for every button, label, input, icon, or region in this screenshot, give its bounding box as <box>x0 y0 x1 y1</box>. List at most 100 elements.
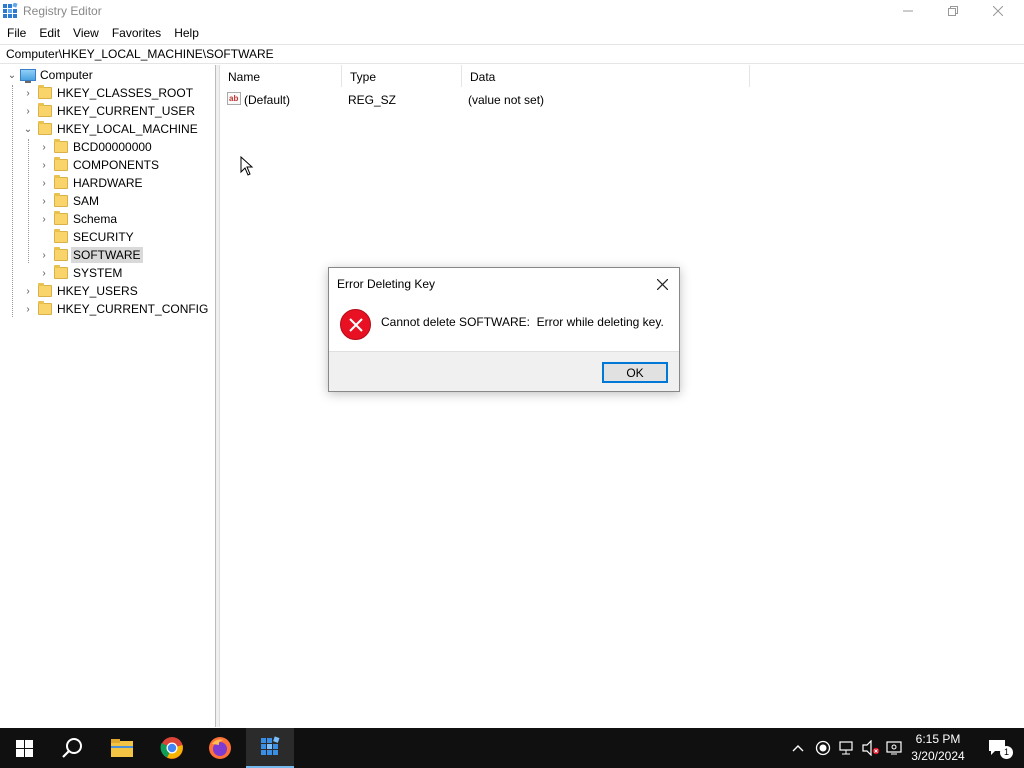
tree-item-hkey-local-machine[interactable]: ⌄ HKEY_LOCAL_MACHINE <box>22 120 198 138</box>
registry-editor-icon <box>261 736 280 755</box>
tree-item-components[interactable]: › COMPONENTS <box>38 156 159 174</box>
tree-item-hkey-current-user[interactable]: › HKEY_CURRENT_USER <box>22 102 195 120</box>
mouse-cursor-icon <box>240 156 254 176</box>
chevron-right-icon[interactable]: › <box>22 282 34 300</box>
folder-icon <box>38 283 52 297</box>
tree-item-sam[interactable]: › SAM <box>38 192 99 210</box>
tree-item-schema[interactable]: › Schema <box>38 210 117 228</box>
action-center-button[interactable]: 1 <box>978 728 1018 768</box>
menu-bar: File Edit View Favorites Help <box>0 23 205 43</box>
tree-item-label: COMPONENTS <box>73 158 160 172</box>
chevron-right-icon[interactable]: › <box>38 192 50 210</box>
error-dialog: Error Deleting Key Cannot delete SOFTWAR… <box>328 267 680 392</box>
close-button[interactable] <box>975 0 1021 22</box>
tray-volume-button[interactable] <box>860 728 882 768</box>
taskbar-registry-editor[interactable] <box>246 728 294 768</box>
chrome-icon <box>160 737 183 759</box>
menu-help[interactable]: Help <box>167 23 205 43</box>
taskbar-file-explorer[interactable] <box>98 728 146 768</box>
taskbar-clock[interactable]: 6:15 PM 3/20/2024 <box>900 731 976 765</box>
key-tree: ⌄ Computer › HKEY_CLASSES_ROOT › HKEY_CU… <box>0 65 216 727</box>
tree-item-label: HKEY_CURRENT_CONFIG <box>57 302 209 316</box>
tree-item-label: HKEY_USERS <box>57 284 138 298</box>
tree-item-security[interactable]: SECURITY <box>38 228 134 246</box>
computer-icon <box>20 69 36 83</box>
folder-icon <box>38 121 52 135</box>
taskbar-chrome[interactable] <box>148 728 196 768</box>
chevron-down-icon[interactable]: ⌄ <box>22 120 34 138</box>
chevron-right-icon[interactable]: › <box>38 156 50 174</box>
tree-item-bcd00000000[interactable]: › BCD00000000 <box>38 138 152 156</box>
menu-favorites[interactable]: Favorites <box>105 23 167 43</box>
restore-button[interactable] <box>930 0 976 22</box>
dialog-footer: OK <box>329 351 679 391</box>
record-icon <box>815 740 831 756</box>
chevron-right-icon[interactable]: › <box>38 246 50 264</box>
menu-edit[interactable]: Edit <box>32 23 66 43</box>
start-button[interactable] <box>0 728 48 768</box>
clock-time: 6:15 PM <box>915 732 961 746</box>
chevron-right-icon[interactable]: › <box>38 210 50 228</box>
tree-item-hkey-current-config[interactable]: › HKEY_CURRENT_CONFIG <box>22 300 208 318</box>
folder-icon <box>54 193 68 207</box>
tree-item-hardware[interactable]: › HARDWARE <box>38 174 143 192</box>
column-header-type[interactable]: Type <box>342 65 462 87</box>
tray-record-button[interactable] <box>812 728 834 768</box>
values-list: Name Type Data ab (Default) REG_SZ (valu… <box>220 65 1024 727</box>
folder-icon <box>54 175 68 189</box>
tree-item-label: HARDWARE <box>73 176 143 190</box>
chevron-down-icon[interactable]: ⌄ <box>6 66 18 84</box>
taskbar-search-button[interactable] <box>48 728 96 768</box>
tree-item-label: SECURITY <box>73 230 134 244</box>
firefox-icon <box>209 737 231 759</box>
tree-item-label: HKEY_CLASSES_ROOT <box>57 86 194 100</box>
folder-icon <box>54 229 68 243</box>
restore-icon <box>948 6 958 16</box>
title-bar: Registry Editor <box>0 0 1024 22</box>
tree-item-label: HKEY_CURRENT_USER <box>57 104 196 118</box>
tree-item-hkey-users[interactable]: › HKEY_USERS <box>22 282 138 300</box>
tray-network-button[interactable] <box>836 728 858 768</box>
chevron-right-icon[interactable]: › <box>22 84 34 102</box>
column-header-name[interactable]: Name <box>220 65 342 87</box>
menu-file[interactable]: File <box>0 23 32 43</box>
folder-icon <box>38 103 52 117</box>
folder-icon <box>54 157 68 171</box>
chevron-right-icon[interactable]: › <box>22 102 34 120</box>
folder-icon <box>38 85 52 99</box>
dialog-close-button[interactable] <box>647 272 677 296</box>
chevron-right-icon[interactable]: › <box>22 300 34 318</box>
dialog-message: Cannot delete SOFTWARE: Error while dele… <box>381 315 664 329</box>
tree-item-label: BCD00000000 <box>73 140 152 154</box>
folder-icon <box>54 265 68 279</box>
column-header-data[interactable]: Data <box>462 65 750 87</box>
tree-item-label: SAM <box>73 194 100 208</box>
value-data: (value not set) <box>468 93 545 107</box>
tree-item-system[interactable]: › SYSTEM <box>38 264 122 282</box>
ok-button[interactable]: OK <box>602 362 668 383</box>
value-type: REG_SZ <box>348 93 397 107</box>
window-title: Registry Editor <box>23 4 102 18</box>
file-explorer-icon <box>111 739 133 757</box>
taskbar-firefox[interactable] <box>196 728 244 768</box>
tree-item-label: Schema <box>73 212 118 226</box>
tree-item-software[interactable]: › SOFTWARE <box>38 246 143 264</box>
chevron-up-icon <box>792 745 804 752</box>
chevron-right-icon[interactable]: › <box>38 174 50 192</box>
tree-item-hkey-classes-root[interactable]: › HKEY_CLASSES_ROOT <box>22 84 193 102</box>
clock-date: 3/20/2024 <box>911 749 965 763</box>
minimize-icon <box>903 10 913 12</box>
minimize-button[interactable] <box>885 0 931 22</box>
chevron-right-icon[interactable]: › <box>38 138 50 156</box>
registry-editor-icon <box>3 3 18 18</box>
tree-connector <box>38 228 50 246</box>
chevron-right-icon[interactable]: › <box>38 264 50 282</box>
windows-start-icon <box>15 739 33 757</box>
tree-item-computer[interactable]: ⌄ Computer <box>6 66 93 84</box>
table-row[interactable]: ab (Default) REG_SZ (value not set) <box>220 91 760 109</box>
tray-overflow-button[interactable] <box>788 728 808 768</box>
menu-view[interactable]: View <box>66 23 105 43</box>
address-bar[interactable]: Computer\HKEY_LOCAL_MACHINE\SOFTWARE <box>0 44 1024 64</box>
error-icon <box>340 309 371 340</box>
tree-guide-line <box>12 85 13 317</box>
